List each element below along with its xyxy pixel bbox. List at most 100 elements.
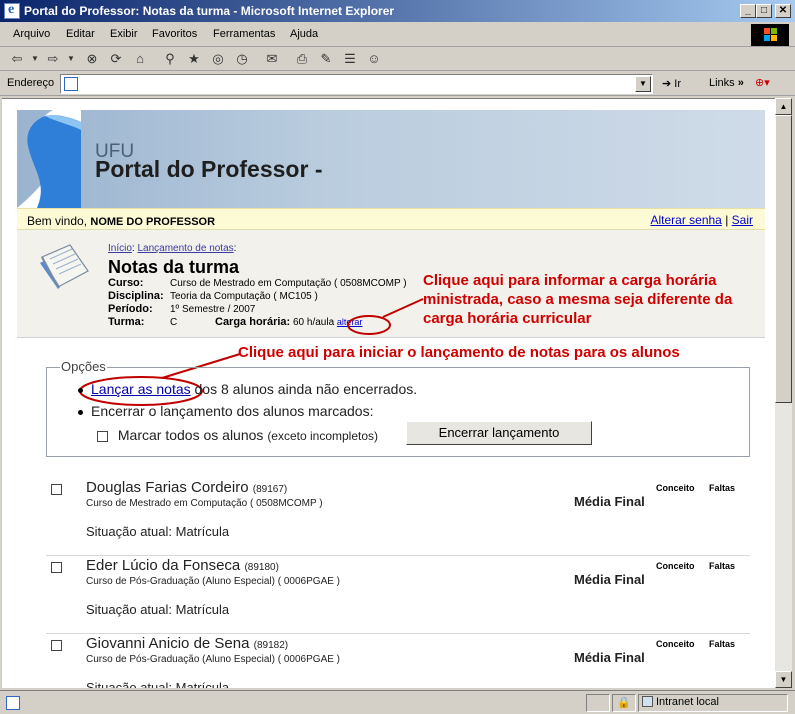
search-icon[interactable]: ⚲ (162, 51, 178, 67)
media-final-label: Média Final (574, 494, 645, 509)
menu-arquivo[interactable]: Arquivo (13, 28, 50, 40)
links-button[interactable]: Links » (709, 77, 744, 89)
stop-icon[interactable]: ⊗ (84, 51, 100, 67)
mail-icon[interactable]: ✉ (264, 51, 280, 67)
student-name: Giovanni Anicio de Sena (86, 635, 250, 652)
encerrar-row: Encerrar o lançamento dos alunos marcado… (78, 403, 373, 419)
page-icon (64, 77, 78, 91)
back-icon[interactable]: ⇦ (9, 51, 25, 67)
logout-link[interactable]: Sair (732, 213, 753, 227)
discuss-icon[interactable]: ☰ (342, 51, 358, 67)
carga-annotation-line2: ministrada, caso a mesma seja diferente … (423, 291, 733, 308)
lancar-annotation: Clique aqui para iniciar o lançamento de… (238, 344, 680, 361)
menu-bar: Arquivo Editar Exibir Favoritos Ferramen… (0, 23, 795, 47)
page-status-icon (6, 696, 20, 710)
zone-label: Intranet local (656, 696, 719, 708)
maximize-button[interactable]: □ (756, 4, 772, 18)
page-title: Notas da turma (108, 257, 240, 277)
minimize-button[interactable]: _ (740, 4, 756, 18)
periodo-value: 1º Semestre / 2007 (170, 304, 256, 315)
student-id: (89182) (253, 640, 289, 651)
encerrar-lancamento-button[interactable]: Encerrar lançamento (406, 421, 592, 445)
conceito-label: Conceito (656, 639, 695, 649)
address-bar: Endereço ▼ ➔ Ir Links » ⊕▾ (0, 72, 795, 96)
student-name: Douglas Farias Cordeiro (86, 479, 249, 496)
curso-row: Curso: Curso de Mestrado em Computação ( … (108, 277, 407, 289)
refresh-icon[interactable]: ⟳ (108, 51, 124, 67)
student-course: Curso de Mestrado em Computação ( 0508MC… (86, 498, 323, 509)
carga-annotation-line3: carga horária curricular (423, 310, 592, 327)
status-bar: 🔒 Intranet local (0, 690, 795, 714)
close-button[interactable]: ✕ (775, 4, 791, 18)
change-password-link[interactable]: Alterar senha (650, 213, 721, 227)
home-icon[interactable]: ⌂ (132, 51, 148, 67)
go-button[interactable]: ➔ Ir (662, 77, 681, 90)
page-curl-logo (17, 110, 81, 208)
chevron-right-icon: » (737, 77, 744, 89)
faltas-label: Faltas (709, 639, 736, 649)
forward-icon[interactable]: ⇨ (45, 51, 61, 67)
student-situacao: Situação atual: Matrícula (86, 602, 230, 617)
history-icon[interactable]: ◷ (234, 51, 250, 67)
student-checkbox[interactable] (51, 562, 62, 573)
marcar-todos-checkbox[interactable] (97, 430, 108, 442)
carga-annotation-line1: Clique aqui para informar a carga horári… (423, 272, 717, 289)
student-checkbox[interactable] (51, 484, 62, 495)
conceito-label: Conceito (656, 483, 695, 493)
student-row: Eder Lúcio da Fonseca (89180) Curso de P… (46, 556, 750, 634)
breadcrumb-current[interactable]: Lançamento de notas (137, 243, 233, 254)
breadcrumb-home[interactable]: Início (108, 243, 132, 254)
options-legend: Opções (60, 359, 107, 374)
favorites-icon[interactable]: ★ (186, 51, 202, 67)
back-dropdown-icon[interactable]: ▼ (27, 51, 43, 67)
header-banner: UFU Portal do Professor - (17, 110, 765, 208)
title-bar: Portal do Professor: Notas da turma - Mi… (0, 0, 795, 22)
address-dropdown-icon[interactable]: ▼ (635, 76, 651, 92)
disciplina-value: Teoria da Computação ( MC105 ) (170, 291, 318, 302)
scroll-up-icon[interactable]: ▲ (775, 98, 792, 115)
turma-row: Turma: C Carga horária: 60 h/aula alterar (108, 316, 363, 328)
welcome-message: Bem vindo, NOME DO PROFESSOR (27, 214, 216, 228)
student-checkbox[interactable] (51, 640, 62, 651)
student-row: Giovanni Anicio de Sena (89182) Curso de… (46, 634, 750, 688)
vertical-scrollbar[interactable]: ▲ ▼ (775, 98, 792, 688)
conceito-label: Conceito (656, 561, 695, 571)
faltas-label: Faltas (709, 561, 736, 571)
print-icon[interactable]: ⎙ (294, 51, 310, 67)
window-title: Portal do Professor: Notas da turma - Mi… (24, 4, 395, 18)
address-input[interactable]: ▼ (60, 74, 653, 94)
go-arrow-icon: ➔ (662, 78, 672, 90)
media-icon[interactable]: ◎ (210, 51, 226, 67)
student-id: (89167) (252, 484, 288, 495)
address-label: Endereço (7, 77, 55, 89)
windows-logo-icon (751, 24, 789, 46)
lancar-row: Lançar as notas dos 8 alunos ainda não e… (78, 381, 417, 397)
messenger-icon[interactable]: ☺ (366, 51, 382, 67)
professor-name: NOME DO PROFESSOR (90, 216, 216, 228)
student-id: (89180) (244, 562, 279, 573)
turma-value: C (170, 317, 178, 328)
student-situacao: Situação atual: Matrícula (86, 524, 230, 539)
menu-exibir[interactable]: Exibir (110, 28, 138, 40)
translate-icon[interactable]: ⊕▾ (755, 76, 770, 89)
menu-editar[interactable]: Editar (66, 28, 95, 40)
student-course: Curso de Pós-Graduação (Aluno Especial) … (86, 576, 341, 587)
alterar-carga-link[interactable]: alterar (337, 317, 363, 327)
lock-icon: 🔒 (612, 694, 636, 712)
portal-title: Portal do Professor - (95, 156, 323, 182)
edit-icon[interactable]: ✎ (318, 51, 334, 67)
student-row: Douglas Farias Cordeiro (89167) Curso de… (46, 478, 750, 556)
menu-ajuda[interactable]: Ajuda (290, 28, 318, 40)
forward-dropdown-icon[interactable]: ▼ (63, 51, 79, 67)
student-situacao: Situação atual: Matrícula (86, 680, 230, 688)
lancar-notas-link[interactable]: Lançar as notas (91, 381, 191, 397)
student-course: Curso de Pós-Graduação (Aluno Especial) … (86, 654, 341, 665)
page-content: UFU Portal do Professor - Bem vindo, NOM… (2, 98, 775, 688)
menu-favoritos[interactable]: Favoritos (152, 28, 197, 40)
intranet-icon (642, 696, 653, 707)
menu-ferramentas[interactable]: Ferramentas (213, 28, 275, 40)
student-name: Eder Lúcio da Fonseca (86, 557, 241, 574)
scroll-thumb[interactable] (775, 115, 792, 403)
scroll-down-icon[interactable]: ▼ (775, 671, 792, 688)
toolbar: ⇦ ▼ ⇨ ▼ ⊗ ⟳ ⌂ ⚲ ★ ◎ ◷ ✉ ⎙ ✎ ☰ ☺ (0, 47, 795, 71)
